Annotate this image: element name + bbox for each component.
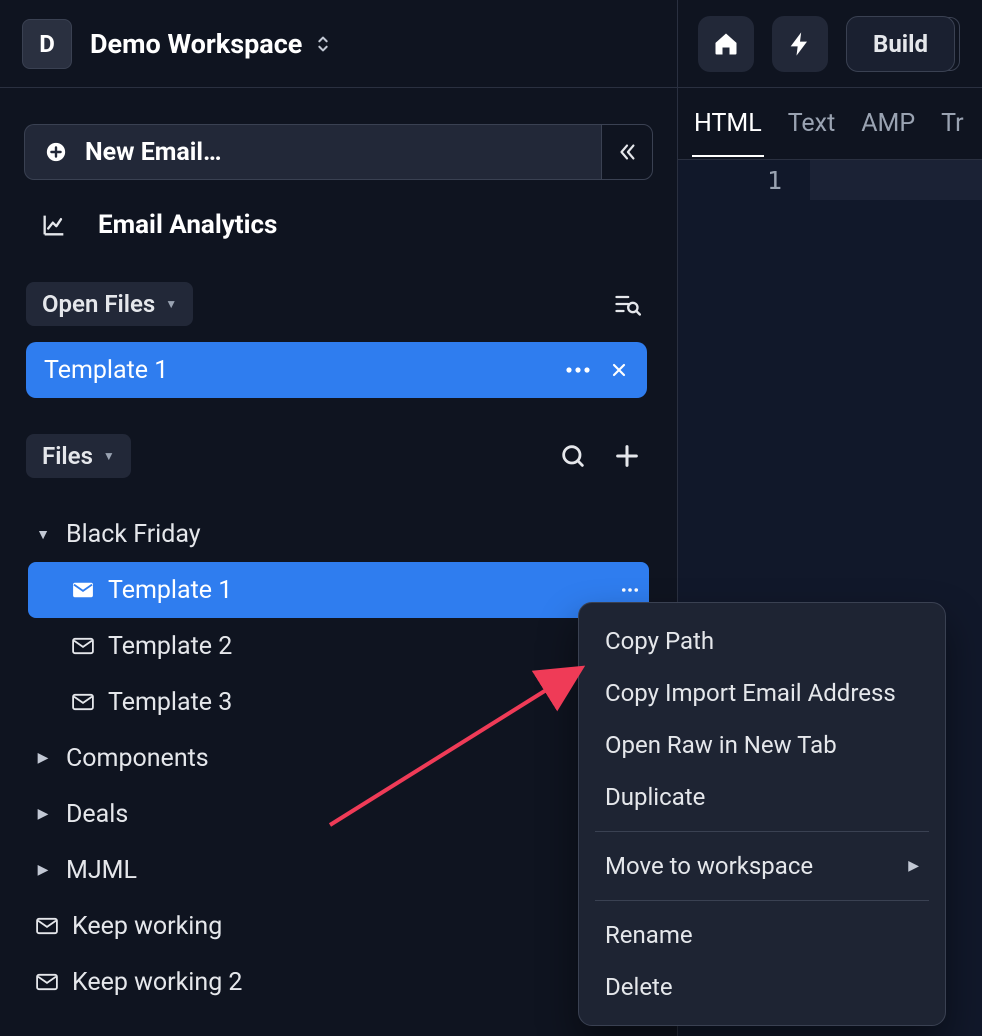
open-file-tab[interactable]: Template 1 — [26, 342, 647, 398]
caret-down-icon: ▼ — [103, 449, 115, 463]
caret-down-icon: ▼ — [34, 526, 52, 543]
tab-translate[interactable]: Tr — [941, 91, 963, 156]
ctx-move-workspace[interactable]: Move to workspace ▶ — [579, 840, 945, 892]
folder-components[interactable]: ▶ Components — [34, 730, 647, 786]
folder-deals[interactable]: ▶ Deals — [34, 786, 647, 842]
files-label: Files — [42, 442, 93, 470]
ctx-open-raw[interactable]: Open Raw in New Tab — [579, 719, 945, 771]
mail-icon — [72, 637, 94, 655]
email-analytics-link[interactable]: Email Analytics — [0, 210, 677, 240]
chevrons-left-icon — [616, 141, 638, 163]
folder-mjml[interactable]: ▶ MJML — [34, 842, 647, 898]
search-files-icon[interactable] — [559, 442, 587, 470]
ctx-copy-import-email[interactable]: Copy Import Email Address — [579, 667, 945, 719]
chevrons-vertical-icon — [312, 33, 334, 55]
file-template-3[interactable]: Template 3 — [34, 674, 647, 730]
folder-black-friday[interactable]: ▼ Black Friday — [34, 506, 647, 562]
workspace-switcher[interactable]: Demo Workspace — [90, 28, 334, 60]
ctx-rename[interactable]: Rename — [579, 909, 945, 961]
build-button[interactable]: Build — [846, 16, 955, 72]
add-file-icon[interactable] — [613, 442, 641, 470]
ctx-separator — [595, 900, 929, 901]
caret-right-icon: ▶ — [34, 862, 52, 878]
ctx-label: Rename — [605, 921, 693, 949]
file-keep-working[interactable]: Keep working — [34, 898, 647, 954]
new-email-button[interactable]: New Email… — [24, 124, 601, 180]
file-keep-working-2[interactable]: Keep working 2 — [34, 954, 647, 1010]
analytics-icon — [40, 211, 68, 239]
file-label: Template 1 — [108, 576, 232, 605]
folder-label: MJML — [66, 856, 137, 885]
home-icon — [712, 30, 740, 58]
open-files-section-toggle[interactable]: Open Files ▼ — [26, 282, 193, 326]
mail-icon — [72, 581, 94, 599]
ctx-label: Open Raw in New Tab — [605, 731, 837, 759]
folder-label: Black Friday — [66, 520, 201, 549]
caret-right-icon: ▶ — [34, 806, 52, 822]
open-file-name: Template 1 — [44, 356, 168, 385]
tab-amp[interactable]: AMP — [861, 91, 915, 156]
mail-icon — [36, 917, 58, 935]
file-label: Template 2 — [108, 632, 232, 661]
plus-circle-icon — [45, 141, 67, 163]
lightning-icon — [786, 30, 814, 58]
ctx-separator — [595, 831, 929, 832]
file-template-1[interactable]: Template 1 — [28, 562, 649, 618]
ctx-label: Copy Import Email Address — [605, 679, 896, 707]
new-email-label: New Email… — [85, 138, 222, 167]
tab-text[interactable]: Text — [788, 91, 836, 156]
file-context-menu: Copy Path Copy Import Email Address Open… — [578, 602, 946, 1026]
lightning-button[interactable] — [772, 16, 828, 72]
files-section-toggle[interactable]: Files ▼ — [26, 434, 131, 478]
workspace-avatar[interactable]: D — [22, 19, 72, 69]
home-button[interactable] — [698, 16, 754, 72]
ctx-copy-path[interactable]: Copy Path — [579, 615, 945, 667]
caret-down-icon: ▼ — [165, 297, 177, 311]
ctx-delete[interactable]: Delete — [579, 961, 945, 1013]
line-number: 1 — [678, 166, 810, 195]
workspace-initial: D — [39, 30, 55, 58]
collapse-sidebar-button[interactable] — [601, 124, 653, 180]
mail-icon — [36, 973, 58, 991]
file-label: Template 3 — [108, 688, 232, 717]
file-label: Keep working — [72, 912, 222, 941]
search-list-icon[interactable] — [613, 290, 641, 318]
analytics-label: Email Analytics — [98, 210, 277, 240]
ctx-duplicate[interactable]: Duplicate — [579, 771, 945, 823]
ctx-label: Duplicate — [605, 783, 705, 811]
file-template-2[interactable]: Template 2 — [34, 618, 647, 674]
caret-right-icon: ▶ — [34, 750, 52, 766]
file-more-icon[interactable] — [621, 586, 649, 594]
folder-label: Components — [66, 744, 209, 773]
ctx-label: Delete — [605, 973, 673, 1001]
caret-right-icon: ▶ — [908, 858, 919, 874]
mail-icon — [72, 693, 94, 711]
open-file-more-icon[interactable] — [565, 366, 591, 374]
folder-label: Deals — [66, 800, 128, 829]
close-file-icon[interactable] — [609, 360, 629, 380]
workspace-name: Demo Workspace — [90, 28, 302, 60]
ctx-label: Copy Path — [605, 627, 714, 655]
file-label: Keep working 2 — [72, 968, 242, 997]
open-files-label: Open Files — [42, 290, 155, 318]
ctx-label: Move to workspace — [605, 852, 813, 880]
tab-html[interactable]: HTML — [694, 91, 762, 156]
build-label: Build — [873, 30, 928, 58]
code-line[interactable] — [810, 160, 982, 200]
